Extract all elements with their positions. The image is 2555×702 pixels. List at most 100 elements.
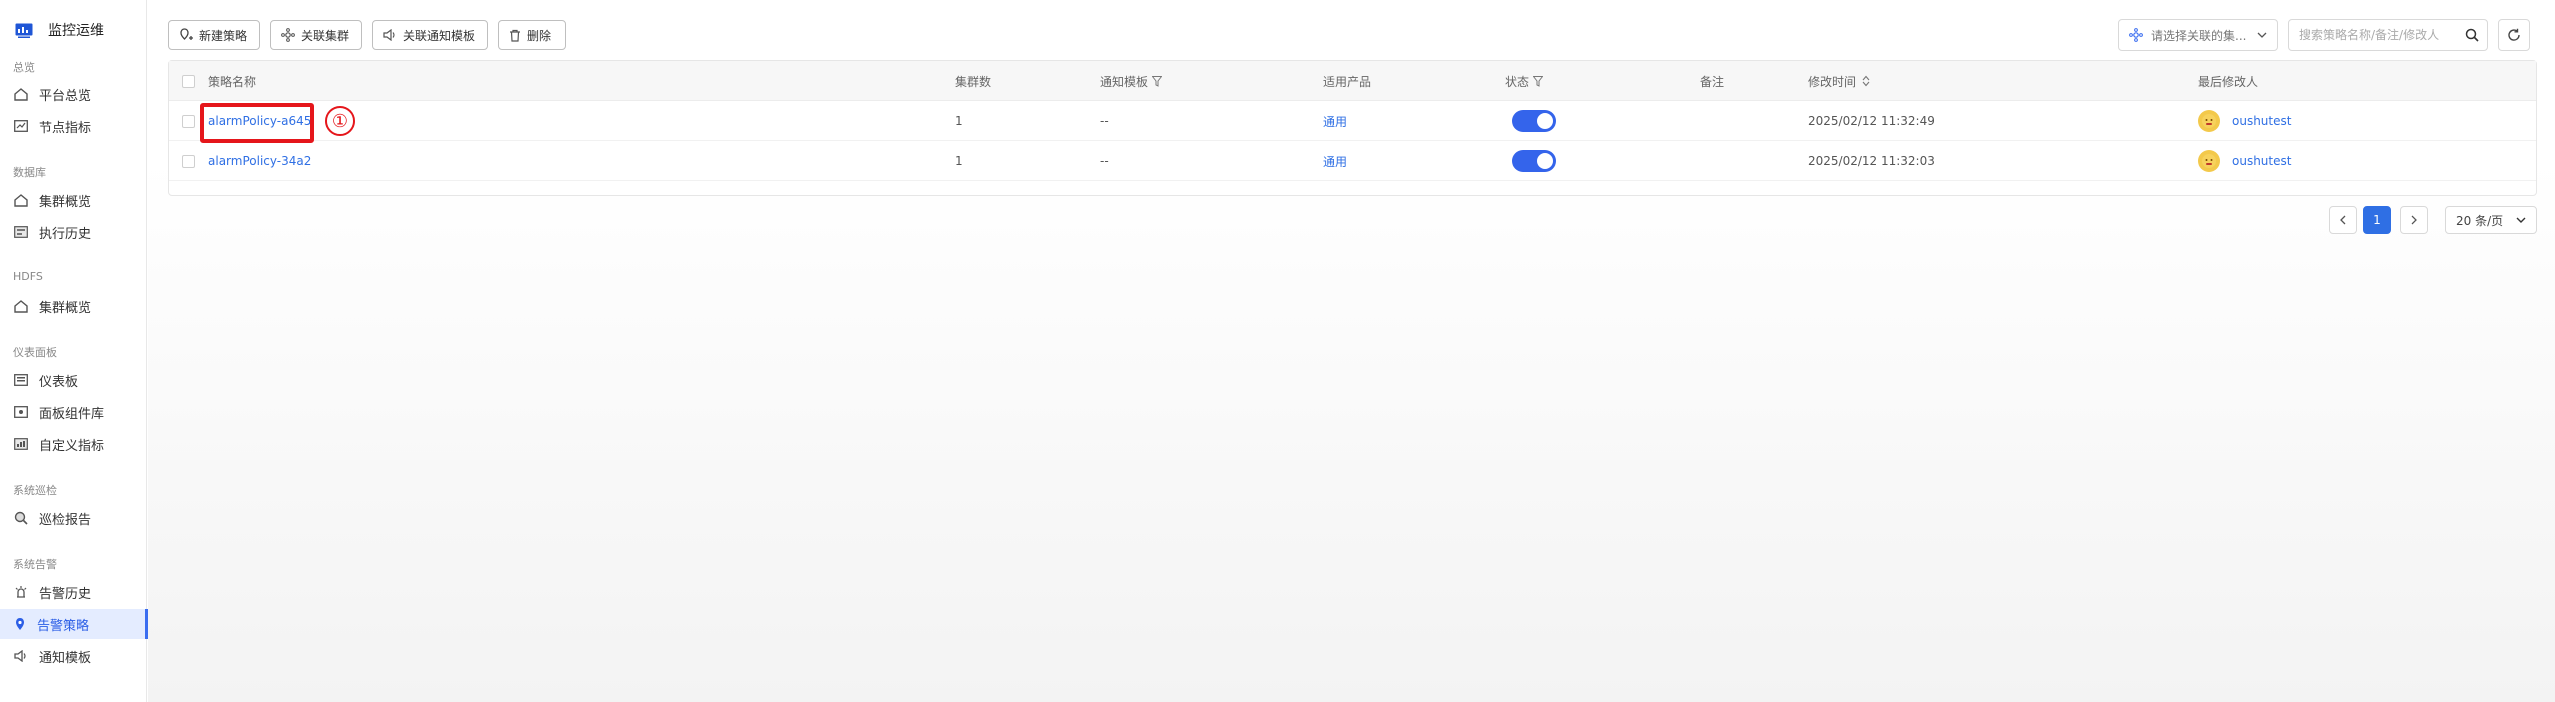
row-checkbox-cell[interactable]	[182, 101, 195, 141]
sidebar-item-label: 告警历史	[39, 586, 92, 602]
modifier-cell: oushutest	[2198, 141, 2291, 181]
group-title-hdfs: HDFS	[13, 270, 43, 283]
header-template: 通知模板	[1100, 61, 1163, 101]
policy-name-link[interactable]: alarmPolicy-34a2	[208, 141, 311, 181]
sort-icon[interactable]	[1862, 75, 1870, 87]
dashboard-icon	[14, 374, 28, 386]
sidebar-item-alarm-policy[interactable]: 告警策略	[0, 609, 148, 639]
cluster-select[interactable]: 请选择关联的集...	[2118, 19, 2278, 51]
new-policy-label: 新建策略	[199, 28, 248, 43]
sidebar-item-inspection-report[interactable]: 巡检报告	[0, 503, 147, 533]
alarm-policy-icon	[16, 618, 24, 630]
product-link[interactable]: 通用	[1323, 141, 1347, 181]
cluster-icon	[2129, 28, 2143, 42]
sidebar-item-panel-library[interactable]: 面板组件库	[0, 397, 147, 427]
sidebar-item-label: 集群概览	[39, 300, 92, 316]
sidebar-item-custom-metrics[interactable]: 自定义指标	[0, 429, 147, 459]
link-notification-template-button[interactable]: 关联通知模板	[372, 20, 488, 50]
sidebar-item-label: 面板组件库	[39, 406, 105, 422]
filter-icon[interactable]	[1533, 75, 1544, 87]
status-toggle[interactable]	[1512, 110, 1556, 132]
new-policy-button[interactable]: 新建策略	[168, 20, 260, 50]
modifier-cell: oushutest	[2198, 101, 2291, 141]
link-notification-template-label: 关联通知模板	[403, 28, 476, 43]
group-title-overview: 总览	[13, 61, 35, 74]
sidebar-item-dashboard[interactable]: 仪表板	[0, 365, 147, 395]
policy-table: 策略名称 集群数 通知模板 适用产品 状态 备注 修改时间 最后修改人 alar…	[168, 60, 2537, 196]
header-clusters: 集群数	[955, 74, 992, 89]
chevron-down-icon	[2516, 217, 2526, 223]
add-policy-icon	[180, 28, 193, 40]
modified-time: 2025/02/12 11:32:49	[1808, 114, 1935, 128]
status-toggle-cell	[1512, 141, 1556, 181]
notification-template: --	[1100, 154, 1109, 168]
select-all-checkbox-cell[interactable]	[182, 61, 195, 101]
group-title-database: 数据库	[13, 166, 46, 179]
modifier-link[interactable]: oushutest	[2232, 154, 2291, 168]
sidebar-item-label: 节点指标	[39, 120, 92, 136]
link-cluster-button[interactable]: 关联集群	[270, 20, 362, 50]
sidebar-item-label: 自定义指标	[39, 438, 105, 454]
header-template-label: 通知模板	[1100, 74, 1149, 89]
sidebar-item-label: 告警策略	[37, 618, 90, 634]
sidebar-item-label: 集群概览	[39, 194, 92, 210]
annotation-highlight-box	[200, 103, 314, 143]
page-size-label: 20 条/页	[2456, 213, 2504, 228]
cluster-icon	[281, 28, 295, 42]
header-product: 适用产品	[1323, 74, 1372, 89]
header-modified-time: 修改时间	[1808, 61, 1870, 101]
page-size-select[interactable]: 20 条/页	[2445, 206, 2537, 234]
modified-time: 2025/02/12 11:32:03	[1808, 154, 1935, 168]
trash-icon	[510, 29, 520, 42]
sidebar-item-node-metrics[interactable]: 节点指标	[0, 111, 147, 141]
sidebar-item-alarm-history[interactable]: 告警历史	[0, 577, 147, 607]
header-modifier: 最后修改人	[2198, 74, 2259, 89]
delete-button[interactable]: 删除	[498, 20, 566, 50]
group-title-inspection: 系统巡检	[13, 484, 57, 497]
select-all-checkbox[interactable]	[182, 74, 195, 88]
alarm-history-icon	[15, 586, 27, 598]
filter-icon[interactable]	[1152, 75, 1163, 87]
home-icon	[14, 193, 28, 207]
status-toggle[interactable]	[1512, 150, 1556, 172]
sidebar-item-execution-history[interactable]: 执行历史	[0, 217, 147, 247]
speaker-icon	[14, 650, 26, 662]
row-checkbox-cell[interactable]	[182, 141, 195, 181]
sidebar-item-platform-overview[interactable]: 平台总览	[0, 79, 147, 109]
table-row: alarmPolicy-a645 1 -- 通用 2025/02/12 11:3…	[169, 101, 2536, 141]
avatar-face-icon	[2202, 154, 2216, 168]
modifier-link[interactable]: oushutest	[2232, 114, 2291, 128]
header-modified-time-label: 修改时间	[1808, 74, 1857, 89]
chevron-right-icon	[2411, 215, 2417, 225]
sidebar-item-notification-template[interactable]: 通知模板	[0, 641, 147, 671]
sidebar-item-label: 通知模板	[39, 650, 92, 666]
sidebar-item-hdfs-cluster-overview[interactable]: 集群概览	[0, 291, 147, 321]
header-status-label: 状态	[1505, 74, 1530, 89]
cluster-count: 1	[955, 154, 963, 168]
search-icon[interactable]	[2465, 28, 2479, 42]
product-link[interactable]: 通用	[1323, 101, 1347, 141]
header-name: 策略名称	[208, 74, 257, 89]
search-input[interactable]	[2299, 28, 2465, 42]
row-checkbox[interactable]	[182, 154, 195, 168]
chevron-down-icon	[2257, 32, 2267, 38]
refresh-button[interactable]	[2498, 19, 2530, 51]
sidebar-item-db-cluster-overview[interactable]: 集群概览	[0, 185, 147, 215]
home-icon	[14, 299, 28, 313]
table-header: 策略名称 集群数 通知模板 适用产品 状态 备注 修改时间 最后修改人	[169, 61, 2536, 101]
sidebar: 监控运维 总览 平台总览 节点指标 数据库 集群概览 执行历史 HDFS 集群概…	[0, 0, 148, 702]
status-toggle-cell	[1512, 101, 1556, 141]
link-cluster-label: 关联集群	[301, 28, 350, 43]
sidebar-item-label: 仪表板	[39, 374, 79, 390]
row-checkbox[interactable]	[182, 114, 195, 128]
group-title-alarms: 系统告警	[13, 558, 57, 571]
home-icon	[14, 87, 28, 101]
annotation-marker: ①	[325, 106, 355, 136]
group-title-dashboards: 仪表面板	[13, 346, 57, 359]
prev-page-button[interactable]	[2329, 206, 2357, 234]
next-page-button[interactable]	[2400, 206, 2428, 234]
panel-library-icon	[14, 406, 28, 418]
avatar	[2198, 110, 2220, 132]
page-button-current[interactable]: 1	[2363, 206, 2391, 234]
sidebar-item-label: 执行历史	[39, 226, 92, 242]
